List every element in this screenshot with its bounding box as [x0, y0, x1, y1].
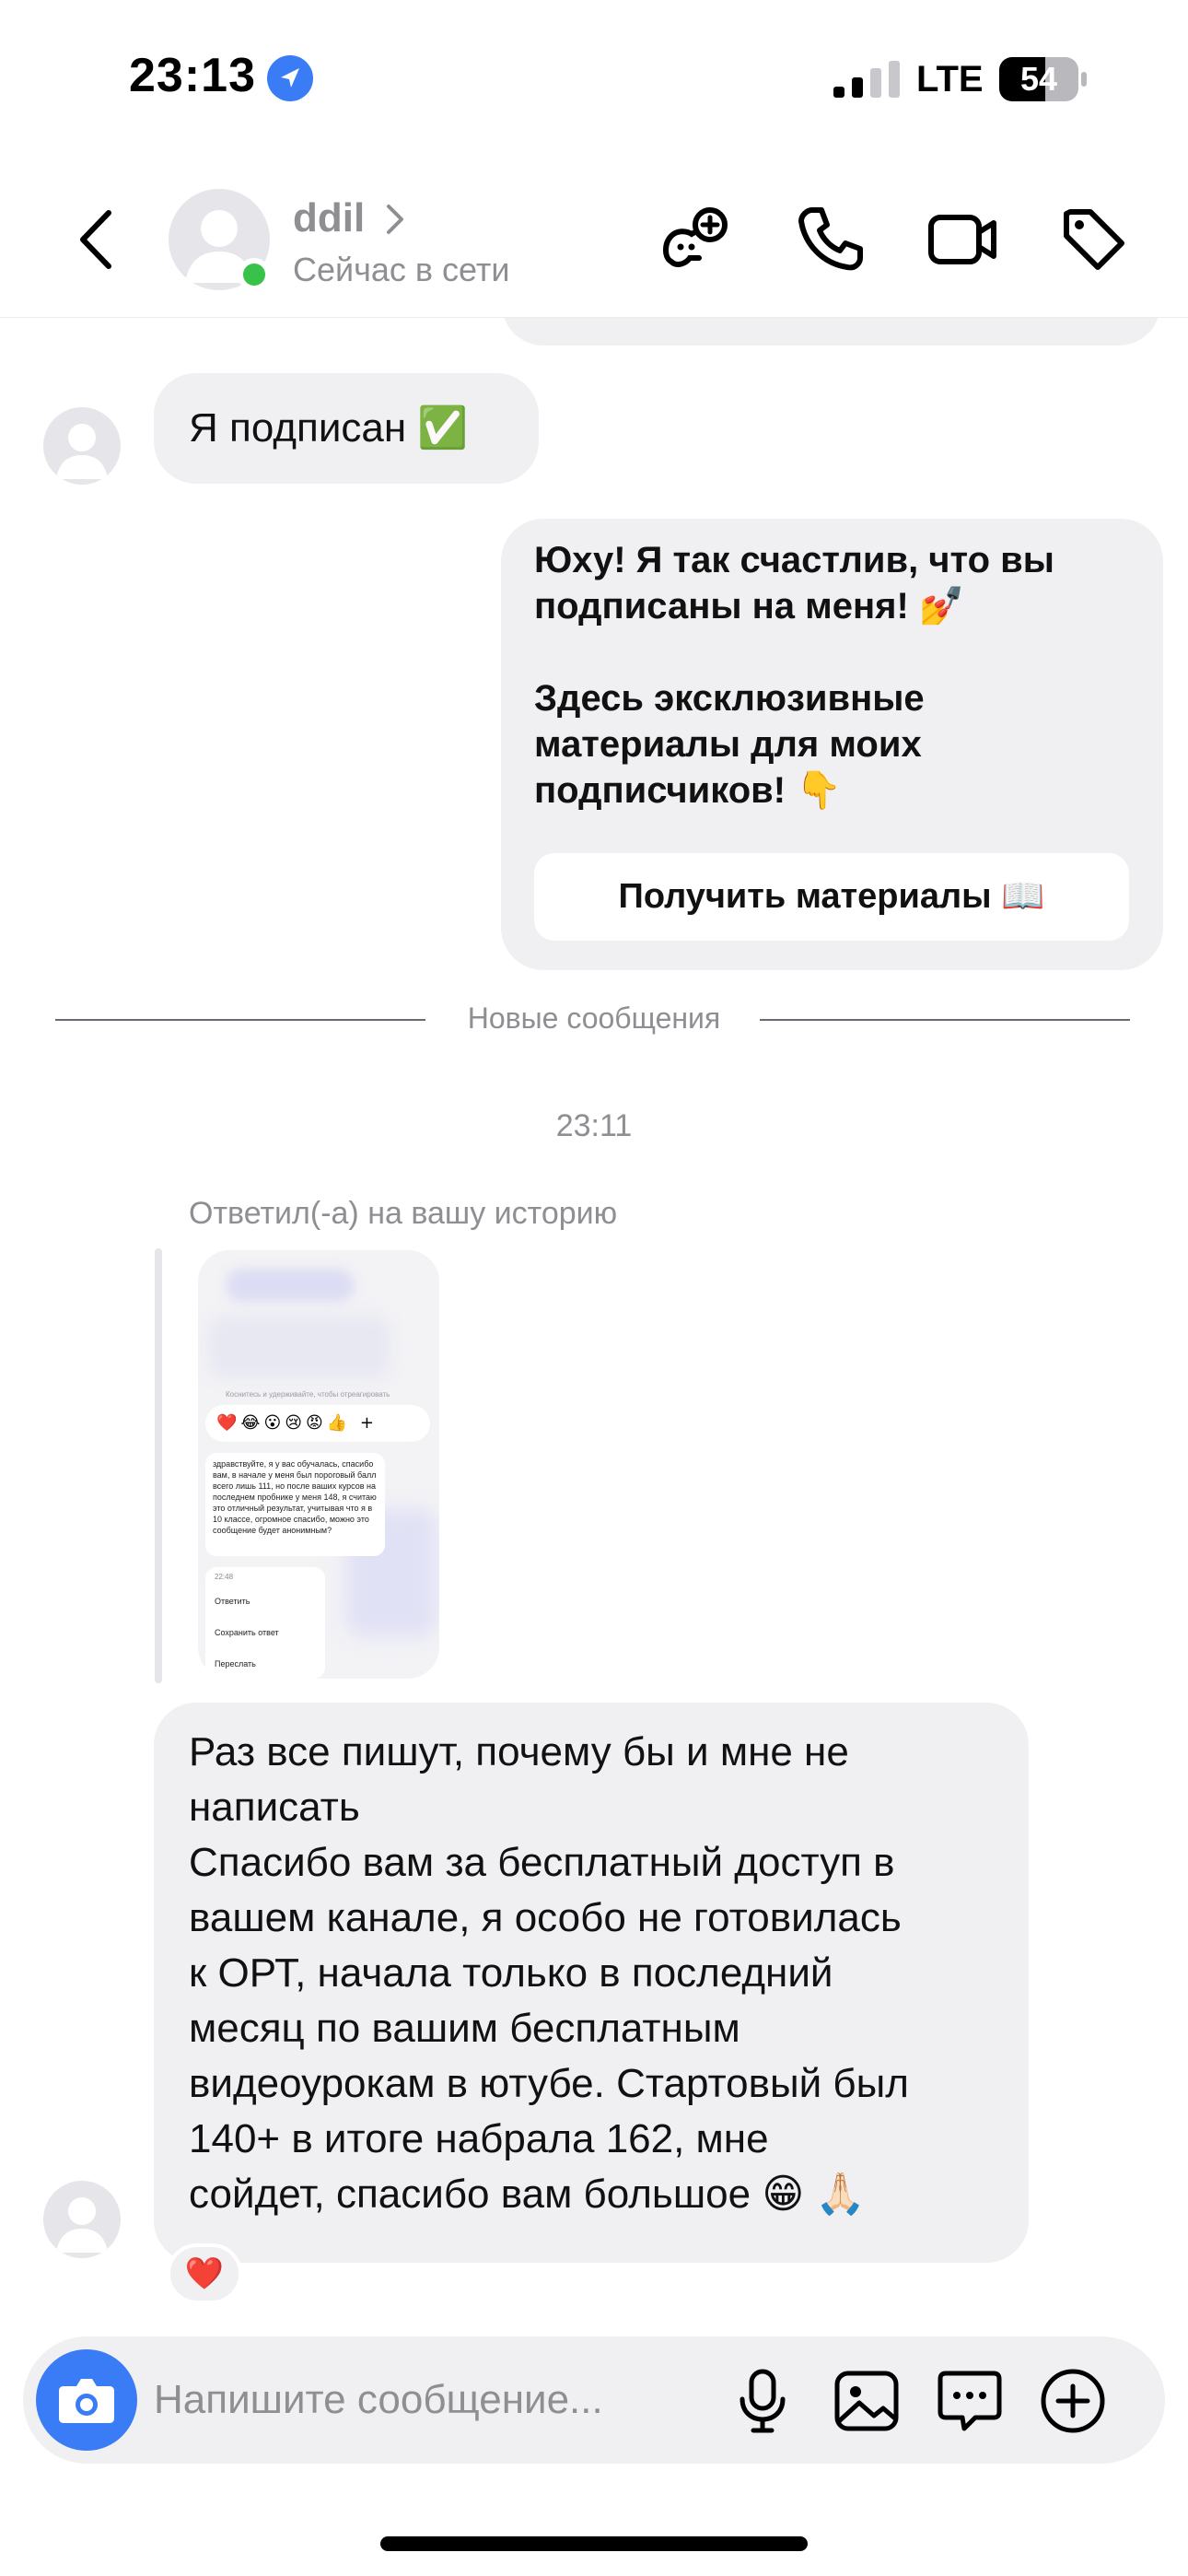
- story-blur: [207, 1315, 391, 1379]
- location-arrow-icon: [267, 55, 313, 101]
- camera-icon: [59, 2379, 114, 2423]
- message-list[interactable]: Я подписан ✅ Юху! Я так счастлив, что вы…: [0, 263, 1188, 2304]
- message-text-line: месяц по вашим бесплатным: [189, 2006, 740, 2051]
- signal-icon: [833, 61, 900, 98]
- message-text-line: сойдет, спасибо вам большое 😁 🙏🏻: [189, 2172, 867, 2217]
- status-time: 23:13: [129, 49, 256, 102]
- sticker-chat-icon[interactable]: [935, 2366, 1005, 2436]
- network-label: LTE: [916, 59, 984, 100]
- sender-avatar[interactable]: [43, 2181, 121, 2258]
- chat-header: ddil Сейчас в сети: [0, 157, 1188, 318]
- message-text-line: видеоурокам в ютубе. Стартовый был: [189, 2061, 909, 2106]
- message-input[interactable]: [154, 2368, 706, 2432]
- message-text-line: написать: [189, 1785, 360, 1830]
- message-text-line: материалы для моих: [534, 724, 922, 765]
- camera-button[interactable]: [36, 2349, 137, 2451]
- default-avatar-icon: [56, 2197, 108, 2253]
- reply-quote-bar: [155, 1248, 162, 1683]
- default-avatar-icon: [56, 424, 108, 479]
- story-menu-save: Сохранить ответ: [215, 1628, 279, 1637]
- online-indicator: [238, 258, 271, 291]
- back-chevron-icon[interactable]: [74, 207, 120, 272]
- contact-name[interactable]: ddil: [293, 195, 365, 241]
- story-menu-time: 22:48: [215, 1573, 234, 1581]
- divider-line-right: [760, 1019, 1130, 1021]
- message-text-line: Юху! Я так счастлив, что вы: [534, 540, 1054, 580]
- message-text-line: вашем канале, я особо не готовилась: [189, 1895, 902, 1940]
- message-text-line: Раз все пишут, почему бы и мне не: [189, 1729, 849, 1774]
- home-indicator[interactable]: [380, 2536, 808, 2551]
- incoming-message-bubble[interactable]: Раз все пишут, почему бы и мне не написа…: [154, 1703, 1029, 2263]
- message-text-line: Спасибо вам за бесплатный доступ в: [189, 1840, 895, 1885]
- image-icon[interactable]: [832, 2366, 902, 2436]
- story-reply-label: Ответил(-а) на вашу историю: [189, 1196, 618, 1231]
- incoming-message-bubble[interactable]: Я подписан ✅: [154, 373, 539, 484]
- story-hint: Коснитесь и удерживайте, чтобы отреагиро…: [226, 1390, 390, 1399]
- story-message: здравствуйте, я у вас обучалась, спасибо…: [205, 1453, 385, 1556]
- story-preview[interactable]: Коснитесь и удерживайте, чтобы отреагиро…: [198, 1250, 439, 1679]
- message-text-line: к ОРТ, начала только в последний: [189, 1950, 833, 1996]
- story-blur: [226, 1269, 355, 1302]
- message-text-line: подписчиков! 👇: [534, 770, 842, 811]
- message-text-line: 140+ в итоге набрала 162, мне: [189, 2116, 769, 2161]
- status-bar: 23:13 LTE 54: [0, 0, 1188, 157]
- get-materials-button[interactable]: Получить материалы 📖: [534, 853, 1129, 941]
- phone-icon[interactable]: [794, 203, 868, 276]
- outgoing-message-bubble[interactable]: Юху! Я так счастлив, что вы подписаны на…: [501, 519, 1163, 970]
- battery-level: 54: [1019, 60, 1058, 98]
- video-camera-icon[interactable]: [926, 203, 999, 276]
- story-context-menu: 22:48 Ответить Сохранить ответ Переслать: [205, 1567, 325, 1679]
- chevron-right-icon[interactable]: [385, 203, 405, 236]
- story-menu-reply: Ответить: [215, 1597, 250, 1606]
- story-menu-forward: Переслать: [215, 1659, 256, 1669]
- message-text: Я подписан ✅: [189, 405, 469, 451]
- message-timestamp: 23:11: [555, 1108, 633, 1143]
- message-composer: [23, 2336, 1165, 2464]
- microphone-icon[interactable]: [728, 2366, 798, 2436]
- add-circle-icon[interactable]: [1038, 2366, 1108, 2436]
- game-controller-add-icon[interactable]: [658, 203, 732, 276]
- heart-reaction[interactable]: ❤️: [167, 2243, 242, 2304]
- tag-icon[interactable]: [1057, 203, 1131, 276]
- contact-status: Сейчас в сети: [293, 251, 510, 288]
- message-text-line: подписаны на меня! 💅: [534, 586, 965, 626]
- story-reaction-bar: ❤️😂😮😢😡👍 +: [205, 1405, 430, 1442]
- sender-avatar[interactable]: [43, 407, 121, 485]
- message-text-line: Здесь эксклюзивные: [534, 678, 925, 719]
